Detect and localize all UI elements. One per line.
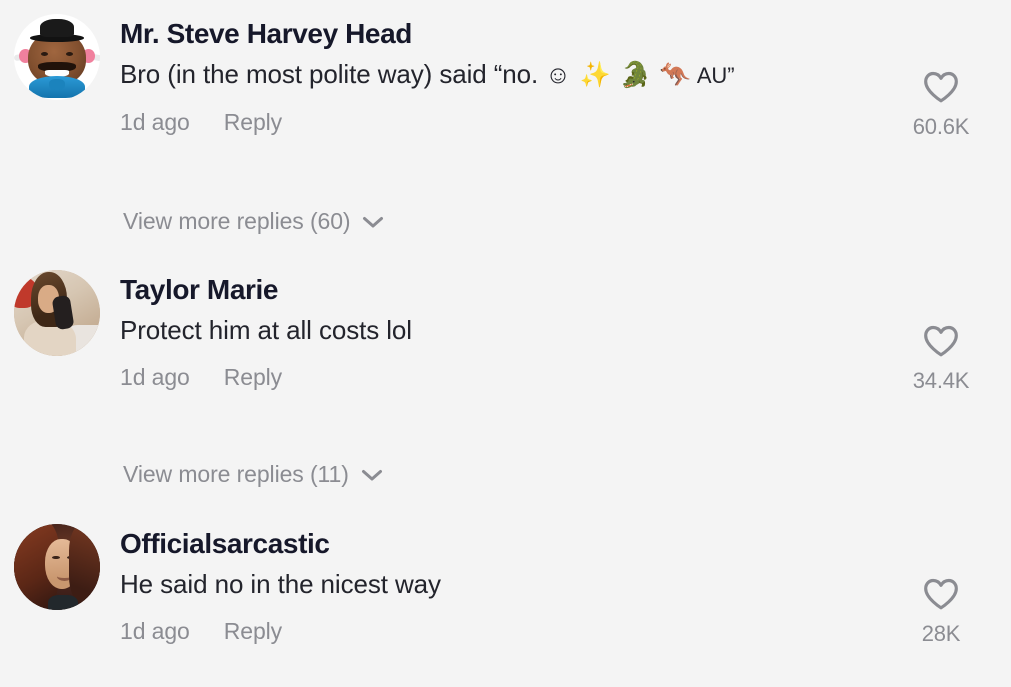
comment-item: Officialsarcastic He said no in the nice… xyxy=(0,524,455,643)
potato-hat-crown-shape xyxy=(39,19,75,38)
like-button[interactable]: 28K xyxy=(896,577,986,645)
comment-item: Taylor Marie Protect him at all costs lo… xyxy=(0,270,426,389)
view-more-replies-label: View more replies (60) xyxy=(123,208,351,234)
comment-text: Bro (in the most polite way) said “no. ☺… xyxy=(120,57,735,93)
comment-timestamp: 1d ago xyxy=(120,108,190,135)
potato-bowtie-knot-shape xyxy=(49,78,65,90)
comment-text: Protect him at all costs lol xyxy=(120,315,412,345)
reply-button[interactable]: Reply xyxy=(224,110,282,134)
portrait-neck-shape xyxy=(48,594,78,610)
comment-text-suffix: AU” xyxy=(692,63,735,88)
reply-button[interactable]: Reply xyxy=(224,619,282,643)
like-count: 34.4K xyxy=(912,368,970,393)
comment-username[interactable]: Taylor Marie xyxy=(120,272,412,307)
comment-body: Taylor Marie Protect him at all costs lo… xyxy=(120,270,412,389)
avatar[interactable] xyxy=(14,270,100,356)
like-count: 28K xyxy=(921,621,961,646)
portrait-eye-left-shape xyxy=(51,555,60,560)
avatar[interactable] xyxy=(14,14,100,100)
like-button[interactable]: 60.6K xyxy=(896,70,986,138)
heart-outline-icon[interactable] xyxy=(923,324,959,358)
comment-meta-row: 1d ago Reply xyxy=(120,108,734,135)
comment-emojis: ☺ ✨ 🐊 🦘 xyxy=(545,61,693,89)
view-more-replies-label: View more replies (11) xyxy=(123,461,349,487)
portrait-hair-right-shape xyxy=(69,524,100,604)
comment-timestamp: 1d ago xyxy=(120,617,190,644)
comment-text-prefix: Bro (in the most polite way) said “no. xyxy=(120,59,546,89)
heart-outline-icon[interactable] xyxy=(923,577,959,611)
chevron-down-icon[interactable] xyxy=(361,468,383,482)
comment-body: Officialsarcastic He said no in the nice… xyxy=(120,524,441,643)
like-button[interactable]: 34.4K xyxy=(896,324,986,392)
comment-username[interactable]: Mr. Steve Harvey Head xyxy=(120,16,734,51)
view-more-replies-button[interactable]: View more replies (11) xyxy=(123,463,383,486)
comment-meta-row: 1d ago Reply xyxy=(120,617,441,644)
view-more-replies-button[interactable]: View more replies (60) xyxy=(123,210,384,233)
reply-button[interactable]: Reply xyxy=(224,365,282,389)
comment-list: Mr. Steve Harvey Head Bro (in the most p… xyxy=(0,0,1011,687)
comment-username[interactable]: Officialsarcastic xyxy=(120,526,441,561)
comment-body: Mr. Steve Harvey Head Bro (in the most p… xyxy=(120,14,735,135)
comment-item: Mr. Steve Harvey Head Bro (in the most p… xyxy=(0,14,748,134)
chevron-down-icon[interactable] xyxy=(362,215,384,229)
avatar[interactable] xyxy=(14,524,100,610)
comment-meta-row: 1d ago Reply xyxy=(120,363,412,390)
comment-timestamp: 1d ago xyxy=(120,363,190,390)
like-count: 60.6K xyxy=(912,114,970,139)
comment-text: He said no in the nicest way xyxy=(120,569,441,599)
heart-outline-icon[interactable] xyxy=(923,70,959,104)
